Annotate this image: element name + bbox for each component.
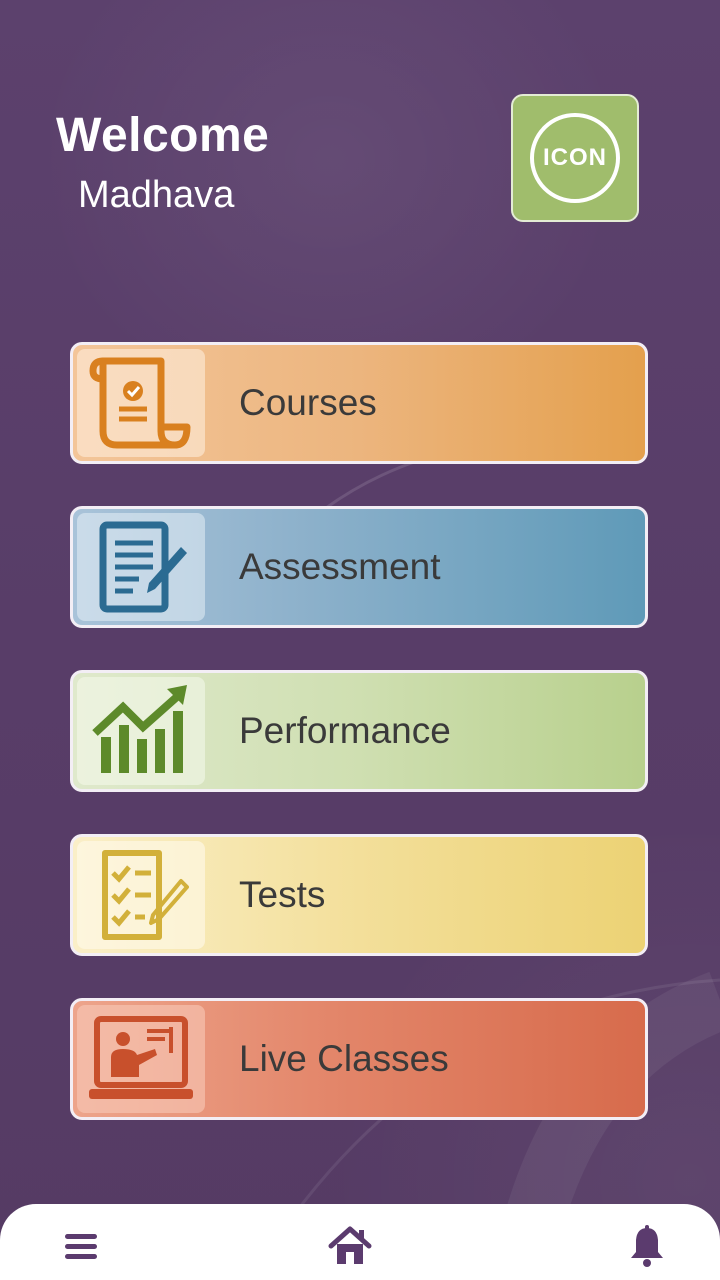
- menu-card-assessment[interactable]: Assessment: [70, 506, 648, 628]
- bell-icon: [631, 1225, 663, 1267]
- nav-home-button[interactable]: [326, 1222, 374, 1270]
- profile-button[interactable]: ICON: [511, 94, 639, 222]
- document-edit-icon: [77, 513, 205, 621]
- profile-icon-text: ICON: [543, 144, 607, 171]
- hamburger-menu-icon: [65, 1234, 97, 1259]
- bottom-navigation-bar: [0, 1204, 720, 1280]
- menu-label-live-classes: Live Classes: [239, 1038, 449, 1079]
- menu-card-courses[interactable]: Courses: [70, 342, 648, 464]
- welcome-title: Welcome: [56, 109, 270, 162]
- nav-notifications-button[interactable]: [623, 1222, 671, 1270]
- menu-card-tests[interactable]: Tests: [70, 834, 648, 956]
- menu-label-courses: Courses: [239, 382, 377, 423]
- checklist-icon: [77, 841, 205, 949]
- home-icon: [328, 1226, 372, 1264]
- online-teacher-icon: [77, 1005, 205, 1113]
- user-name: Madhava: [78, 174, 235, 216]
- menu-card-performance[interactable]: Performance: [70, 670, 648, 792]
- nav-menu-button[interactable]: [57, 1222, 105, 1270]
- menu-card-live-classes[interactable]: Live Classes: [70, 998, 648, 1120]
- profile-icon: ICON: [530, 113, 620, 203]
- certificate-scroll-icon: [77, 349, 205, 457]
- menu-label-performance: Performance: [239, 710, 451, 751]
- menu-label-assessment: Assessment: [239, 546, 441, 587]
- growth-chart-icon: [77, 677, 205, 785]
- menu-label-tests: Tests: [239, 874, 326, 915]
